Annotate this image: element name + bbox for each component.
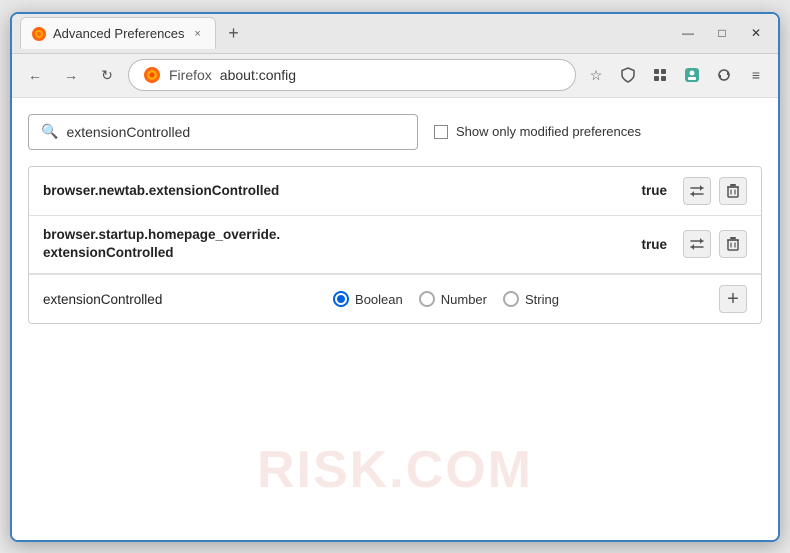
watermark: RISK.COM [257,440,533,500]
toggle-button-1[interactable] [683,177,711,205]
string-radio[interactable] [503,291,519,307]
pref-name-2: browser.startup.homepage_override. exten… [43,226,641,264]
extension-button[interactable] [646,61,674,89]
search-input[interactable] [66,124,405,140]
boolean-label: Boolean [355,292,403,307]
menu-button[interactable]: ≡ [742,61,770,89]
add-button[interactable]: + [719,285,747,313]
boolean-radio[interactable] [333,291,349,307]
new-tab-button[interactable]: + [220,19,248,47]
delete-button-1[interactable] [719,177,747,205]
pref-value-2: true [641,237,667,252]
browser-window: Advanced Preferences × + — □ ✕ ← → ↻ Fir… [10,12,780,542]
profile-icon [684,67,700,83]
delete-button-2[interactable] [719,230,747,258]
show-modified-checkbox-label[interactable]: Show only modified preferences [434,124,641,139]
refresh-button[interactable]: ↻ [92,60,122,90]
close-button[interactable]: ✕ [742,19,770,47]
pref-name-1: browser.newtab.extensionControlled [43,183,641,198]
address-bar[interactable]: Firefox about:config [128,59,576,91]
preferences-table: browser.newtab.extensionControlled true [28,166,762,325]
string-label: String [525,292,559,307]
show-modified-label: Show only modified preferences [456,124,641,139]
main-content: RISK.COM 🔍 Show only modified preference… [12,98,778,540]
nav-icons: ☆ [582,61,770,89]
table-row: browser.newtab.extensionControlled true [29,167,761,216]
forward-button[interactable]: → [56,60,86,90]
toggle-icon [689,184,705,198]
shield-icon [621,67,635,83]
maximize-button[interactable]: □ [708,19,736,47]
title-bar: Advanced Preferences × + — □ ✕ [12,14,778,54]
active-tab[interactable]: Advanced Preferences × [20,17,216,49]
pref-actions-2 [683,230,747,258]
back-button[interactable]: ← [20,60,50,90]
type-radio-group: Boolean Number String [193,291,699,307]
pref-value-1: true [641,183,667,198]
tab-title: Advanced Preferences [53,26,185,41]
nav-bar: ← → ↻ Firefox about:config ☆ [12,54,778,98]
type-number-option[interactable]: Number [419,291,487,307]
table-row: browser.startup.homepage_override. exten… [29,216,761,275]
puzzle-icon [652,67,668,83]
search-section: 🔍 Show only modified preferences [28,114,762,150]
firefox-label: Firefox [169,67,212,83]
type-boolean-option[interactable]: Boolean [333,291,403,307]
number-label: Number [441,292,487,307]
address-url: about:config [220,67,296,83]
add-preference-row: extensionControlled Boolean Number Strin… [29,274,761,323]
search-box[interactable]: 🔍 [28,114,418,150]
tab-firefox-icon [31,26,47,42]
shield-button[interactable] [614,61,642,89]
delete-icon [727,237,739,251]
type-string-option[interactable]: String [503,291,559,307]
toggle-button-2[interactable] [683,230,711,258]
search-icon: 🔍 [41,123,58,140]
firefox-logo-icon [143,66,161,84]
pref-actions-1 [683,177,747,205]
bookmark-button[interactable]: ☆ [582,61,610,89]
number-radio[interactable] [419,291,435,307]
profile-button[interactable] [678,61,706,89]
add-pref-name: extensionControlled [43,292,173,307]
delete-icon [727,184,739,198]
window-controls: — □ ✕ [674,19,770,47]
show-modified-checkbox[interactable] [434,125,448,139]
tab-close-button[interactable]: × [191,27,205,41]
sync-button[interactable] [710,61,738,89]
tab-bar: Advanced Preferences × + [20,17,674,49]
toggle-icon [689,237,705,251]
minimize-button[interactable]: — [674,19,702,47]
sync-icon [716,67,732,83]
